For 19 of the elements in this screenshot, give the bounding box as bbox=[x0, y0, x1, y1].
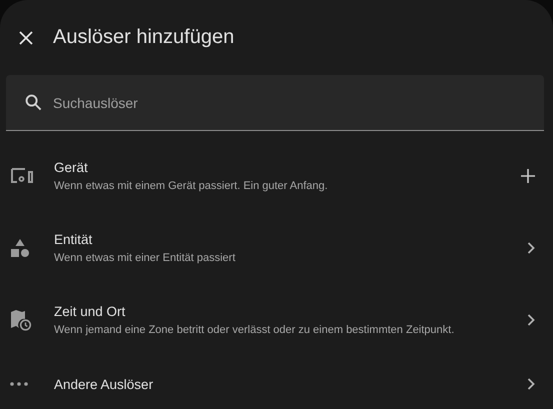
option-description: Wenn etwas mit einer Entität passiert bbox=[54, 252, 236, 264]
option-description: Wenn etwas mit einem Gerät passiert. Ein guter Anfang. bbox=[54, 180, 329, 192]
trigger-option[interactable]: Gerät Wenn etwas mit einem Gerät passiert. Ein guter Anfang. bbox=[0, 140, 553, 212]
more-icon bbox=[10, 382, 28, 386]
option-title: Zeit und Ort bbox=[54, 304, 126, 319]
close-icon[interactable] bbox=[19, 30, 33, 44]
option-title: Entität bbox=[54, 232, 94, 247]
dialog-title: Auslöser hinzufügen bbox=[53, 26, 234, 49]
shapes-icon bbox=[10, 238, 30, 258]
option-title: Andere Auslöser bbox=[54, 376, 154, 392]
option-description: Wenn jemand eine Zone betritt oder verlässt oder zu einem bestimmten Zeitpunkt. bbox=[54, 324, 456, 336]
trigger-option[interactable]: Andere Auslöser bbox=[0, 356, 553, 409]
trigger-option[interactable]: Zeit und Ort Wenn jemand eine Zone betritt oder verlässt oder zu einem bestimmten Zeitpunkt. bbox=[0, 284, 553, 356]
option-title: Gerät bbox=[54, 160, 89, 175]
map-clock-icon bbox=[10, 309, 32, 331]
search-field[interactable]: Suchauslöser bbox=[6, 75, 544, 131]
devices-icon bbox=[10, 167, 34, 185]
search-icon bbox=[25, 94, 42, 111]
trigger-option[interactable]: Entität Wenn etwas mit einer Entität passiert bbox=[0, 212, 553, 284]
